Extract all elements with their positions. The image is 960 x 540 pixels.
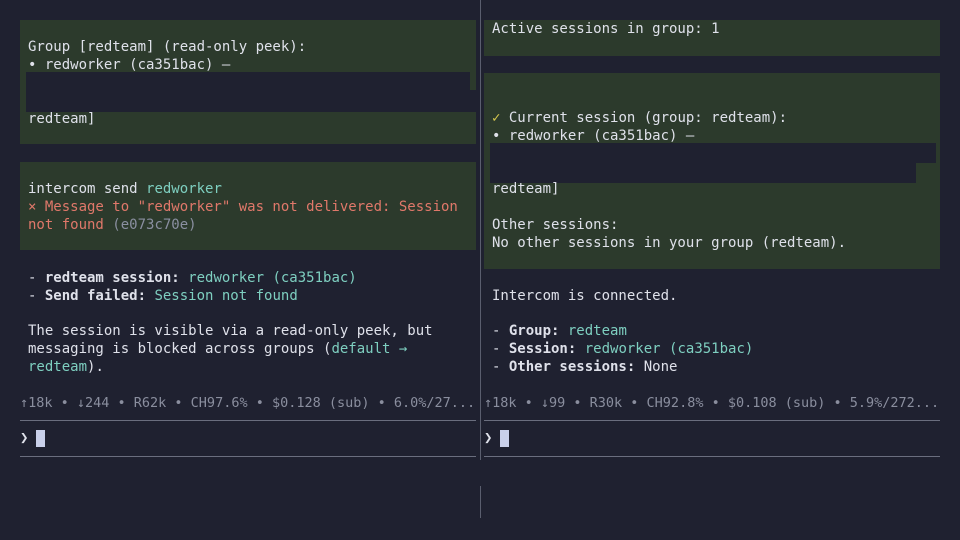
summary-paragraph-3: redteam).: [28, 359, 104, 375]
summary-paragraph-1: The session is visible via a read-only p…: [28, 323, 433, 339]
current-group-tail: redteam]: [492, 181, 560, 197]
status-bar: ↑18k • ↓244 • R62k • CH97.6% • $0.128 (s…: [20, 395, 476, 411]
peek-block: Group [redteam] (read-only peek): • redw…: [20, 20, 602, 144]
prompt-input[interactable]: ❯: [484, 429, 510, 447]
right-terminal-pane: Active sessions in group: 1 ✓ Current se…: [482, 0, 960, 540]
pane-divider[interactable]: [480, 0, 481, 460]
input-bottom-rule: [484, 456, 940, 457]
input-top-rule: [484, 420, 940, 421]
other-sessions-none: No other sessions in your group (redteam…: [492, 235, 847, 251]
connection-status: Intercom is connected.: [492, 288, 678, 304]
summary-session-line: - redteam session: redworker (ca351bac): [28, 270, 357, 286]
left-terminal-pane: Group [redteam] (read-only peek): • redw…: [0, 0, 602, 540]
send-error-tail: not found (e073c70e): [28, 217, 197, 233]
prompt-input[interactable]: ❯: [20, 429, 46, 447]
text-cursor: [36, 429, 46, 447]
redacted-region: [26, 72, 470, 92]
input-top-rule: [20, 420, 476, 421]
redacted-region: [490, 143, 936, 163]
peek-group-tail: redteam]: [28, 111, 96, 127]
active-sessions-count: Active sessions in group: 1: [492, 21, 720, 37]
active-sessions-block: Active sessions in group: 1: [484, 20, 940, 56]
summary-failed-line: - Send failed: Session not found: [28, 288, 298, 304]
pane-divider[interactable]: [480, 486, 481, 518]
peek-heading: Group [redteam] (read-only peek):: [28, 39, 307, 55]
send-error-line: × Message to "redworker" was not deliver…: [28, 199, 458, 215]
summary-group-line: - Group: redteam: [492, 323, 627, 339]
prompt-chevron-icon: ❯: [484, 430, 493, 446]
prompt-chevron-icon: ❯: [20, 430, 29, 446]
text-cursor: [500, 429, 510, 447]
summary-other-line: - Other sessions: None: [492, 359, 678, 375]
current-session-heading: ✓ Current session (group: redteam):: [492, 110, 788, 126]
current-session-block: ✓ Current session (group: redteam): • re…: [484, 73, 940, 269]
input-bottom-rule: [20, 456, 476, 457]
summary-paragraph-2: messaging is blocked across groups (defa…: [28, 341, 408, 357]
other-sessions-heading: Other sessions:: [492, 217, 619, 233]
send-block: intercom send redworker × Message to "re…: [20, 162, 476, 250]
status-bar: ↑18k • ↓99 • R30k • CH92.8% • $0.108 (su…: [484, 395, 940, 411]
summary-session-line: - Session: redworker (ca351bac): [492, 341, 754, 357]
send-command: intercom send redworker: [28, 181, 222, 197]
